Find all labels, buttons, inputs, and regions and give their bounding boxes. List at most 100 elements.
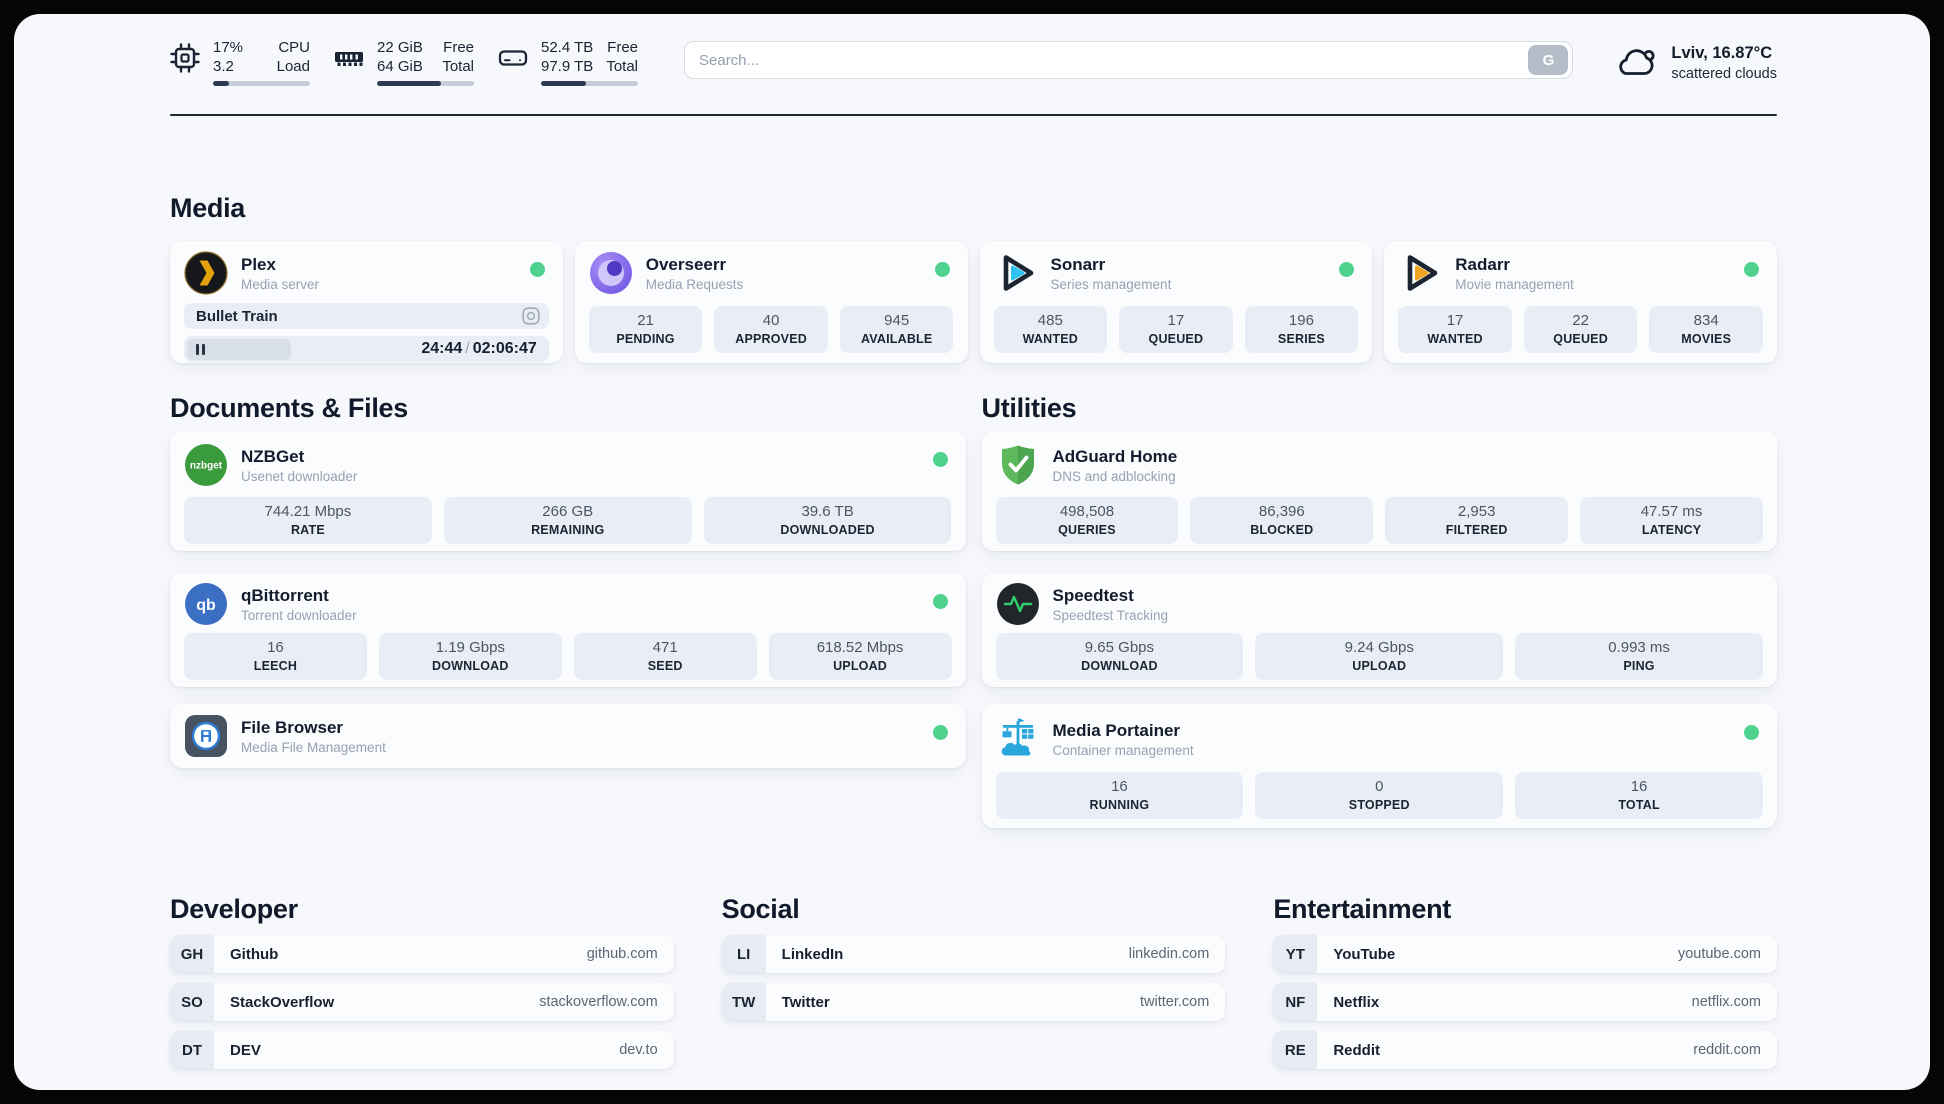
app-name: AdGuard Home — [1052, 446, 1178, 466]
disk-label-2: Total — [606, 58, 638, 75]
stat-value: 2,953 — [1457, 503, 1496, 520]
stat-label: SERIES — [1277, 332, 1325, 346]
app-card-filebrowser[interactable]: File Browser Media File Management — [170, 704, 966, 768]
svg-text:qb: qb — [196, 597, 216, 614]
app-description: Media File Management — [241, 739, 386, 755]
stat-value: 1.19 Gbps — [435, 639, 505, 656]
bookmark-dev[interactable]: DT DEV dev.to — [170, 1031, 674, 1069]
disk-values: 52.4 TB 97.9 TB — [541, 38, 593, 76]
stat-box: 471 SEED — [573, 633, 757, 680]
search-bar: G — [684, 41, 1574, 79]
cloud-icon — [1619, 49, 1655, 75]
pause-button[interactable] — [187, 338, 291, 360]
status-dot — [1744, 725, 1759, 740]
memory-labels: Free Total — [442, 38, 474, 76]
app-description: Torrent downloader — [241, 607, 357, 623]
stat-label: QUEUED — [1148, 332, 1204, 346]
stat-value: 945 — [884, 312, 910, 329]
app-name: NZBGet — [241, 446, 305, 466]
filebrowser-icon — [185, 715, 227, 757]
stat-box: 0.993 ms PING — [1515, 633, 1763, 680]
stat-box: 196 SERIES — [1244, 306, 1359, 353]
stat-label: BLOCKED — [1250, 523, 1314, 537]
bookmark-url: github.com — [586, 946, 658, 962]
bookmark-reddit[interactable]: RE Reddit reddit.com — [1273, 1031, 1777, 1069]
disk-progress-track — [541, 81, 638, 86]
stat-label: APPROVED — [735, 332, 807, 346]
stat-label: TOTAL — [1618, 798, 1660, 812]
stat-box: 1.19 Gbps DOWNLOAD — [378, 633, 562, 680]
playback-time: 24:44/02:06:47 — [421, 340, 536, 358]
app-description: DNS and adblocking — [1052, 468, 1176, 484]
plex-icon — [184, 251, 228, 295]
bookmark-abbr: YT — [1273, 935, 1318, 973]
elapsed-time: 24:44 — [421, 340, 463, 357]
section-title-social: Social — [721, 894, 800, 924]
status-dot — [932, 725, 948, 740]
status-dot — [932, 594, 948, 609]
stat-box: 17 WANTED — [1398, 306, 1512, 353]
memory-widget: 22 GiB 64 GiB Free Total — [334, 38, 474, 86]
app-name: Speedtest — [1052, 585, 1134, 605]
app-card-nzbget[interactable]: nzbget NZBGet Usenet downloader 744.21 M… — [170, 431, 966, 551]
app-card-qbittorrent[interactable]: qb qBittorrent Torrent downloader 16 LEE… — [170, 573, 966, 687]
bookmark-youtube[interactable]: YT YouTube youtube.com — [1273, 935, 1777, 973]
app-card-plex[interactable]: Plex Media server Bullet Train 24:44/02:… — [170, 241, 563, 363]
stat-box: 834 MOVIES — [1649, 306, 1763, 353]
bookmark-name: LinkedIn — [781, 945, 844, 963]
stat-label: SEED — [647, 659, 683, 673]
app-description: Speedtest Tracking — [1052, 607, 1169, 623]
app-name: File Browser — [241, 717, 344, 737]
bookmark-netflix[interactable]: NF Netflix netflix.com — [1273, 983, 1777, 1021]
stat-value: 9.65 Gbps — [1084, 639, 1155, 656]
stat-value: 0 — [1375, 778, 1384, 795]
bookmark-abbr: RE — [1273, 1031, 1318, 1069]
now-playing-row: Bullet Train — [184, 303, 549, 329]
app-card-adguard[interactable]: AdGuard Home DNS and adblocking 498,508 … — [981, 431, 1777, 551]
bookmark-group-entertainment: Entertainment YT YouTube youtube.com NF … — [1273, 892, 1777, 1069]
bookmark-name: YouTube — [1333, 945, 1396, 963]
bookmark-name: Reddit — [1333, 1041, 1380, 1059]
stat-value: 471 — [652, 639, 678, 656]
app-description: Series management — [1050, 276, 1172, 292]
stat-label: AVAILABLE — [860, 332, 933, 346]
bookmark-linkedin[interactable]: LI LinkedIn linkedin.com — [721, 935, 1226, 973]
stat-label: LATENCY — [1641, 523, 1702, 537]
sonarr-icon — [1003, 255, 1033, 291]
stat-label: UPLOAD — [1352, 659, 1407, 673]
stat-box: 266 GB REMAINING — [443, 497, 692, 544]
bookmark-name: StackOverflow — [230, 993, 335, 1011]
disk-labels: Free Total — [606, 38, 638, 76]
stat-label: WANTED — [1427, 332, 1483, 346]
memory-progress-track — [377, 81, 474, 86]
bookmark-group-developer: Developer GH Github github.com SO StackO… — [170, 892, 674, 1069]
app-card-radarr[interactable]: Radarr Movie management 17 WANTED 22 QUE… — [1384, 241, 1777, 363]
now-playing-title: Bullet Train — [196, 307, 278, 325]
time-separator: / — [465, 340, 470, 357]
bookmark-stackoverflow[interactable]: SO StackOverflow stackoverflow.com — [170, 983, 674, 1021]
app-card-portainer[interactable]: Media Portainer Container management 16 … — [981, 704, 1777, 828]
stat-label: REMAINING — [531, 523, 605, 537]
app-name: Media Portainer — [1052, 720, 1181, 740]
pause-icon — [202, 343, 205, 355]
stat-value: 618.52 Mbps — [816, 639, 904, 656]
app-name: qBittorrent — [241, 585, 329, 605]
memory-label-1: Free — [443, 39, 474, 56]
search-engine-button[interactable]: G — [1528, 45, 1569, 75]
app-card-overseerr[interactable]: Overseerr Media Requests 21 PENDING 40 A… — [574, 241, 968, 363]
stat-box: 17 QUEUED — [1119, 306, 1233, 353]
section-title-developer: Developer — [170, 894, 298, 924]
stat-label: PENDING — [616, 332, 675, 346]
bookmark-github[interactable]: GH Github github.com — [170, 935, 674, 973]
disk-progress-fill — [541, 81, 586, 86]
stat-value: 21 — [637, 312, 654, 329]
stat-box: 485 WANTED — [993, 306, 1108, 353]
app-card-speedtest[interactable]: Speedtest Speedtest Tracking 9.65 Gbps D… — [981, 573, 1777, 687]
bookmark-name: Netflix — [1333, 993, 1380, 1011]
stop-icon[interactable] — [522, 307, 540, 325]
app-card-sonarr[interactable]: Sonarr Series management 485 WANTED 17 Q… — [979, 241, 1373, 363]
search-input[interactable] — [699, 51, 1529, 69]
cpu-label-2: Load — [276, 58, 310, 75]
bookmark-twitter[interactable]: TW Twitter twitter.com — [721, 983, 1226, 1021]
memory-progress-fill — [377, 81, 442, 86]
